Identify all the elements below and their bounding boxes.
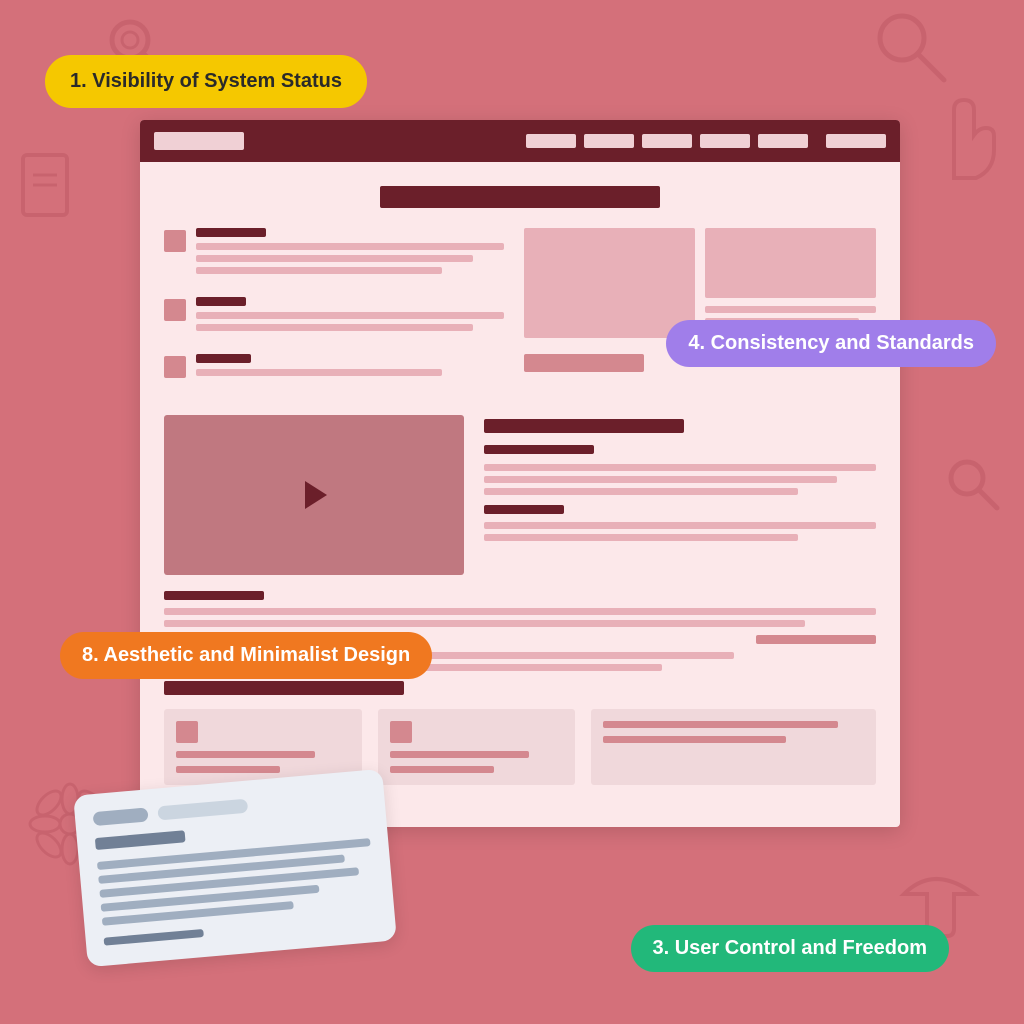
vt-line-4 xyxy=(484,522,876,529)
tooltip-visibility: 1. Visibility of System Status xyxy=(45,55,367,108)
bs-mid-right xyxy=(756,635,876,644)
left-column xyxy=(164,228,504,399)
list-lines-3 xyxy=(196,354,504,381)
right-button xyxy=(524,354,644,372)
right-image-block xyxy=(524,228,695,338)
small-card-header xyxy=(93,788,367,826)
list-text-1c xyxy=(196,267,442,274)
footer-card-2 xyxy=(378,709,576,785)
list-title-1 xyxy=(196,228,266,237)
sc-title xyxy=(95,830,186,850)
browser-window xyxy=(140,120,900,827)
browser-navbar xyxy=(140,120,900,162)
fc-line-1a xyxy=(176,751,315,758)
nav-link-5 xyxy=(758,134,808,148)
fc-icon-1 xyxy=(176,721,198,743)
bs-small-title xyxy=(164,591,264,600)
list-text-2a xyxy=(196,312,504,319)
list-text-1a xyxy=(196,243,504,250)
list-item-1 xyxy=(164,228,504,279)
list-text-1b xyxy=(196,255,473,262)
list-icon-3 xyxy=(164,356,186,378)
nav-link-1 xyxy=(526,134,576,148)
nav-logo xyxy=(154,132,244,150)
vt-line-5 xyxy=(484,534,798,541)
list-item-2 xyxy=(164,297,504,336)
nav-link-4 xyxy=(700,134,750,148)
rc-line-1 xyxy=(705,306,876,313)
video-title xyxy=(484,419,684,433)
video-text-row xyxy=(164,415,876,575)
nav-link-2 xyxy=(584,134,634,148)
fc-line-1b xyxy=(176,766,280,773)
nav-links xyxy=(526,134,808,148)
fc-line-2b xyxy=(390,766,494,773)
browser-content xyxy=(140,162,900,827)
footer-card-3 xyxy=(591,709,876,785)
sc-pill-1 xyxy=(93,807,149,826)
tooltip-aesthetic: 8. Aesthetic and Minimalist Design xyxy=(60,632,432,679)
list-text-3a xyxy=(196,369,442,376)
sc-short-line xyxy=(104,929,204,946)
vt-line-2 xyxy=(484,476,837,483)
video-block xyxy=(164,415,464,575)
video-short-line xyxy=(484,505,564,514)
list-item-3 xyxy=(164,354,504,381)
fc-line-3b xyxy=(603,736,785,743)
play-icon xyxy=(305,481,327,509)
list-icon-1 xyxy=(164,230,186,252)
list-title-2 xyxy=(196,297,246,306)
bs-line-1 xyxy=(164,608,876,615)
list-title-3 xyxy=(196,354,251,363)
fc-line-3a xyxy=(603,721,838,728)
nav-link-3 xyxy=(642,134,692,148)
right-text-top xyxy=(705,228,876,298)
vt-line-1 xyxy=(484,464,876,471)
sc-pill-2 xyxy=(157,799,248,821)
nav-cta-button xyxy=(826,134,886,148)
fc-icon-2 xyxy=(390,721,412,743)
hero-title-bar xyxy=(380,186,660,208)
list-lines-2 xyxy=(196,297,504,336)
content-grid-row1 xyxy=(164,228,876,399)
video-subtitle xyxy=(484,445,594,454)
list-icon-2 xyxy=(164,299,186,321)
tooltip-user-control: 3. User Control and Freedom xyxy=(631,925,950,972)
small-card-overlay xyxy=(73,769,397,967)
list-text-2b xyxy=(196,324,473,331)
tooltip-consistency: 4. Consistency and Standards xyxy=(666,320,996,367)
bs-main-title xyxy=(164,681,404,695)
vt-line-3 xyxy=(484,488,798,495)
list-lines-1 xyxy=(196,228,504,279)
video-text-content xyxy=(484,415,876,575)
fc-line-2a xyxy=(390,751,529,758)
footer-row xyxy=(164,709,876,785)
right-column xyxy=(524,228,876,399)
bs-line-2 xyxy=(164,620,805,627)
